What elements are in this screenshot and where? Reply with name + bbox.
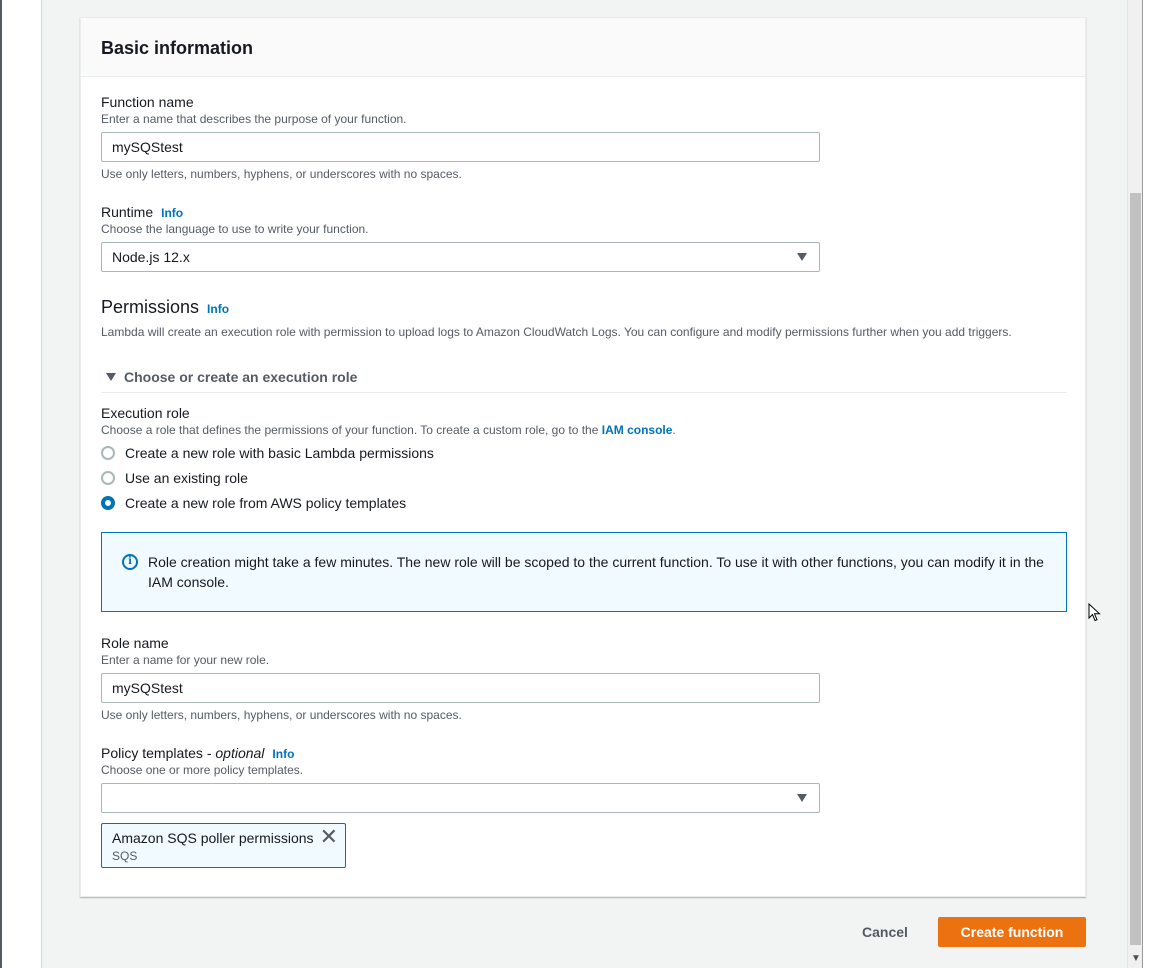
create-function-button[interactable]: Create function	[938, 917, 1086, 947]
right-edge-panel	[1142, 0, 1164, 968]
info-alert: i Role creation might take a few minutes…	[101, 532, 1067, 612]
runtime-description: Choose the language to use to write your…	[101, 222, 369, 236]
caret-down-icon	[106, 373, 116, 381]
caret-down-icon	[797, 794, 807, 802]
scrollbar-thumb[interactable]	[1130, 193, 1141, 945]
function-name-constraint: Use only letters, numbers, hyphens, or u…	[101, 167, 462, 181]
execution-role-description: Choose a role that defines the permissio…	[101, 423, 676, 437]
function-name-label: Function name	[101, 94, 194, 110]
role-name-description: Enter a name for your new role.	[101, 653, 270, 667]
runtime-info-link[interactable]: Info	[161, 206, 183, 220]
radio-button[interactable]	[101, 471, 115, 485]
radio-option-policy-templates[interactable]: Create a new role from AWS policy templa…	[101, 494, 406, 512]
runtime-value: Node.js 12.x	[112, 249, 190, 265]
role-name-value: mySQStest	[112, 680, 183, 696]
caret-down-icon	[797, 253, 807, 261]
radio-label: Use an existing role	[125, 470, 248, 486]
role-name-label: Role name	[101, 635, 169, 651]
radio-option-existing-role[interactable]: Use an existing role	[101, 469, 248, 487]
selected-policy-token: Amazon SQS poller permissions SQS ✕	[101, 823, 346, 868]
radio-button-selected[interactable]	[101, 496, 115, 510]
runtime-label-row: Runtime Info	[101, 204, 183, 220]
permissions-heading-row: Permissions Info	[101, 297, 229, 318]
basic-information-panel: Basic information Function name Enter a …	[80, 17, 1086, 897]
policy-templates-optional: optional	[215, 745, 265, 761]
radio-option-basic-permissions[interactable]: Create a new role with basic Lambda perm…	[101, 444, 434, 462]
expander-label: Choose or create an execution role	[124, 369, 358, 385]
permissions-description: Lambda will create an execution role wit…	[101, 325, 1012, 339]
left-edge-line	[0, 0, 2, 968]
permissions-title: Permissions	[101, 297, 200, 317]
role-name-constraint: Use only letters, numbers, hyphens, or u…	[101, 708, 462, 722]
radio-label: Create a new role from AWS policy templa…	[125, 495, 407, 511]
info-icon: i	[122, 554, 138, 570]
radio-button[interactable]	[101, 446, 115, 460]
token-sublabel: SQS	[112, 849, 138, 863]
policy-templates-label-row: Policy templates - optional Info	[101, 745, 294, 761]
execution-role-expander[interactable]: Choose or create an execution role	[101, 363, 1067, 393]
alert-text: Role creation might take a few minutes. …	[148, 554, 1044, 590]
permissions-info-link[interactable]: Info	[207, 302, 229, 316]
policy-templates-description: Choose one or more policy templates.	[101, 763, 304, 777]
iam-console-link[interactable]: IAM console	[602, 423, 673, 437]
vertical-scrollbar[interactable]: ▼	[1127, 0, 1142, 968]
role-name-input[interactable]: mySQStest	[101, 673, 820, 703]
cancel-button[interactable]: Cancel	[848, 917, 922, 947]
function-name-value: mySQStest	[112, 139, 183, 155]
execution-role-label: Execution role	[101, 405, 190, 421]
execution-role-description-end: .	[672, 423, 676, 437]
policy-templates-info-link[interactable]: Info	[272, 747, 294, 761]
panel-title: Basic information	[101, 38, 254, 58]
left-edge-panel	[0, 0, 42, 968]
token-label: Amazon SQS poller permissions	[112, 830, 314, 846]
runtime-label: Runtime	[101, 204, 154, 220]
scroll-down-arrow-icon[interactable]: ▼	[1131, 953, 1141, 964]
function-name-input[interactable]: mySQStest	[101, 132, 820, 162]
function-name-description: Enter a name that describes the purpose …	[101, 112, 407, 126]
policy-templates-label: Policy templates -	[101, 745, 216, 761]
runtime-select[interactable]: Node.js 12.x	[101, 242, 820, 272]
policy-templates-select[interactable]	[101, 783, 820, 813]
mouse-cursor-icon	[1088, 603, 1101, 622]
panel-header: Basic information	[81, 18, 1085, 77]
close-icon[interactable]: ✕	[320, 826, 338, 848]
radio-label: Create a new role with basic Lambda perm…	[125, 445, 434, 461]
execution-role-description-text: Choose a role that defines the permissio…	[101, 423, 602, 437]
